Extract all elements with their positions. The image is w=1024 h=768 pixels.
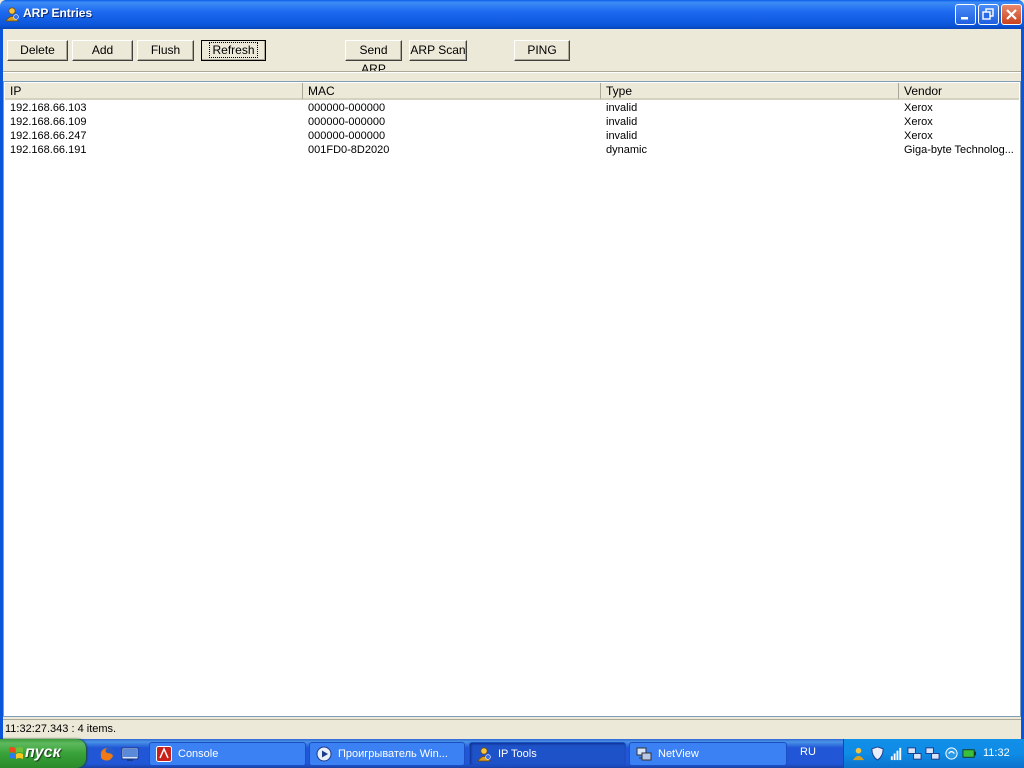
title-bar[interactable]: ARP Entries — [0, 0, 1024, 29]
cell-mac: 001FD0-8D2020 — [308, 144, 390, 156]
show-desktop-icon[interactable] — [121, 745, 139, 763]
network-connection-2-icon[interactable] — [925, 746, 940, 761]
restore-icon — [982, 8, 994, 20]
flush-button[interactable]: Flush — [137, 40, 194, 61]
cell-mac: 000000-000000 — [308, 130, 386, 142]
column-header-type[interactable]: Type — [601, 83, 899, 100]
windows-flag-icon — [8, 746, 24, 764]
task-ip-tools[interactable]: IP Tools — [469, 742, 626, 766]
cell-type: invalid — [606, 130, 638, 142]
refresh-button[interactable]: Refresh — [201, 40, 266, 61]
column-header-vendor[interactable]: Vendor — [899, 83, 1019, 100]
column-header-mac[interactable]: MAC — [303, 83, 601, 100]
table-row[interactable]: 192.168.66.191 001FD0-8D2020 dynamic Gig… — [5, 143, 1019, 157]
flush-button-label: Flush — [150, 43, 181, 57]
start-label: пуск — [25, 744, 61, 761]
firefox-icon[interactable] — [98, 745, 116, 763]
netview-icon — [636, 746, 652, 762]
status-text: 11:32:27.343 : 4 items. — [5, 723, 117, 735]
close-icon — [1006, 9, 1017, 20]
arp-scan-button[interactable]: ARP Scan — [409, 40, 467, 61]
cell-ip: 192.168.66.191 — [10, 144, 87, 156]
clock[interactable]: 11:32 — [983, 747, 1010, 759]
task-console[interactable]: Console — [149, 742, 306, 766]
task-netview[interactable]: NetView — [629, 742, 787, 766]
list-header: IP MAC Type Vendor — [5, 83, 1019, 100]
table-row[interactable]: 192.168.66.247 000000-000000 invalid Xer… — [5, 129, 1019, 143]
table-row[interactable]: 192.168.66.103 000000-000000 invalid Xer… — [5, 101, 1019, 115]
cell-ip: 192.168.66.103 — [10, 102, 87, 114]
add-button-label: Add — [91, 43, 114, 57]
task-label: IP Tools — [498, 748, 537, 760]
cell-vendor: Giga-byte Technolog... — [904, 144, 1014, 156]
start-button[interactable]: пуск — [0, 739, 86, 768]
media-player-icon — [316, 746, 332, 762]
cell-mac: 000000-000000 — [308, 102, 386, 114]
delete-button[interactable]: Delete — [7, 40, 68, 61]
cell-mac: 000000-000000 — [308, 116, 386, 128]
app-icon — [4, 6, 20, 22]
table-row[interactable]: 192.168.66.109 000000-000000 invalid Xer… — [5, 115, 1019, 129]
toolbar-separator — [3, 71, 1021, 73]
task-label: Console — [178, 748, 219, 760]
window-client-area: Delete Add Flush Refresh Send ARP ARP Sc… — [3, 29, 1021, 739]
console-icon — [156, 746, 172, 762]
iptools-tray-icon[interactable] — [851, 746, 866, 761]
cell-vendor: Xerox — [904, 130, 933, 142]
iptools-icon — [476, 746, 492, 762]
task-media-player[interactable]: Проигрыватель Win... — [309, 742, 465, 766]
toolbar: Delete Add Flush Refresh Send ARP ARP Sc… — [3, 29, 1021, 76]
task-label: Проигрыватель Win... — [338, 748, 448, 760]
sync-icon[interactable] — [944, 746, 959, 761]
refresh-button-label: Refresh — [209, 42, 258, 58]
signal-strength-icon[interactable] — [889, 746, 904, 761]
cell-type: dynamic — [606, 144, 647, 156]
status-bar: 11:32:27.343 : 4 items. — [3, 719, 1021, 739]
cell-ip: 192.168.66.109 — [10, 116, 87, 128]
language-indicator[interactable]: RU — [800, 746, 816, 758]
restore-button[interactable] — [978, 4, 999, 25]
window-title: ARP Entries — [23, 6, 93, 20]
taskbar: пуск Console Проигрыватель Win... IP Too… — [0, 739, 1024, 768]
minimize-icon — [961, 17, 968, 20]
battery-icon[interactable] — [962, 746, 977, 761]
ping-button-label: PING — [527, 43, 557, 57]
cell-type: invalid — [606, 116, 638, 128]
task-label: NetView — [658, 748, 699, 760]
close-button[interactable] — [1001, 4, 1022, 25]
add-button[interactable]: Add — [72, 40, 133, 61]
arp-scan-button-label: ARP Scan — [410, 43, 466, 57]
network-connection-icon[interactable] — [907, 746, 922, 761]
delete-button-label: Delete — [20, 43, 55, 57]
cell-ip: 192.168.66.247 — [10, 130, 87, 142]
column-header-ip[interactable]: IP — [5, 83, 303, 100]
send-arp-button[interactable]: Send ARP — [345, 40, 402, 76]
cell-vendor: Xerox — [904, 102, 933, 114]
system-tray: 11:32 — [843, 739, 1024, 768]
cell-type: invalid — [606, 102, 638, 114]
security-shield-icon[interactable] — [870, 746, 885, 761]
cell-vendor: Xerox — [904, 116, 933, 128]
ping-button[interactable]: PING — [514, 40, 570, 61]
arp-list-view[interactable]: IP MAC Type Vendor 192.168.66.103 000000… — [3, 81, 1021, 717]
minimize-button[interactable] — [955, 4, 976, 25]
